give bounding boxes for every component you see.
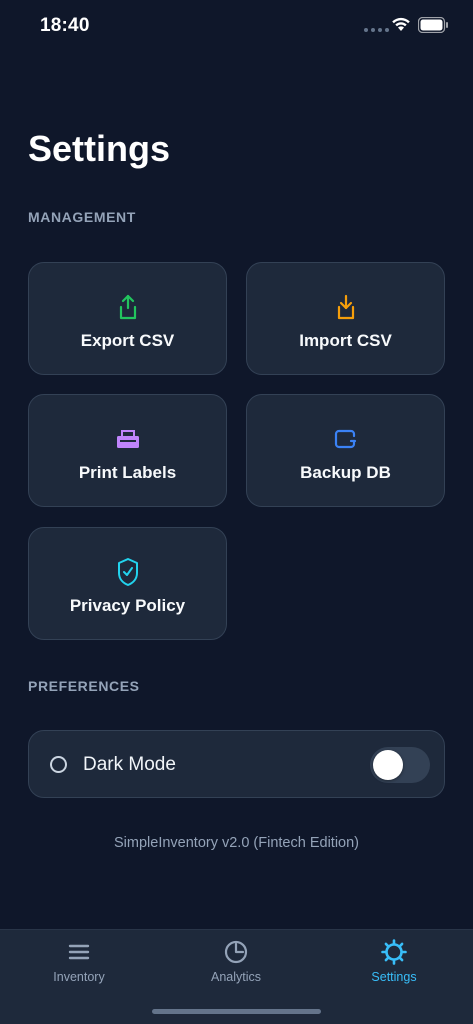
gear-icon (381, 939, 407, 965)
wifi-icon (392, 17, 410, 31)
toggle-knob (373, 750, 403, 780)
print-labels-label: Print Labels (78, 462, 177, 482)
tab-inventory-label: Inventory (53, 970, 105, 984)
dark-mode-toggle[interactable] (370, 747, 430, 783)
print-labels-button[interactable]: Print Labels (28, 394, 227, 507)
printer-icon (116, 425, 140, 453)
preferences-section-label: PREFERENCES (28, 678, 140, 694)
backup-icon (333, 425, 359, 453)
shield-check-icon (116, 557, 140, 586)
export-csv-label: Export CSV (80, 330, 175, 350)
privacy-policy-label: Privacy Policy (69, 595, 186, 615)
tab-settings-label: Settings (371, 970, 417, 984)
export-icon (118, 293, 138, 321)
export-csv-button[interactable]: Export CSV (28, 262, 227, 375)
tab-inventory[interactable]: Inventory (0, 930, 158, 1000)
backup-db-button[interactable]: Backup DB (246, 394, 445, 507)
dark-mode-label: Dark Mode (83, 754, 176, 775)
dark-mode-circle-icon (50, 756, 67, 773)
privacy-policy-button[interactable]: Privacy Policy (28, 527, 227, 640)
import-csv-label: Import CSV (299, 330, 392, 350)
management-section-label: MANAGEMENT (28, 209, 136, 225)
import-icon (336, 293, 356, 321)
battery-icon (418, 17, 448, 33)
list-icon (68, 939, 90, 965)
page-title: Settings (28, 128, 171, 169)
home-indicator (152, 1009, 321, 1014)
tab-analytics[interactable]: Analytics (157, 930, 315, 1000)
import-csv-button[interactable]: Import CSV (246, 262, 445, 375)
status-time: 18:40 (40, 15, 90, 36)
dark-mode-row: Dark Mode (28, 730, 445, 798)
backup-db-label: Backup DB (300, 462, 391, 482)
cellular-signal-icon (364, 28, 389, 32)
tab-settings[interactable]: Settings (315, 930, 473, 1000)
pie-chart-icon (224, 939, 248, 965)
app-version: SimpleInventory v2.0 (Fintech Edition) (114, 835, 359, 851)
status-bar: 18:40 (0, 0, 473, 54)
tab-analytics-label: Analytics (210, 970, 262, 984)
